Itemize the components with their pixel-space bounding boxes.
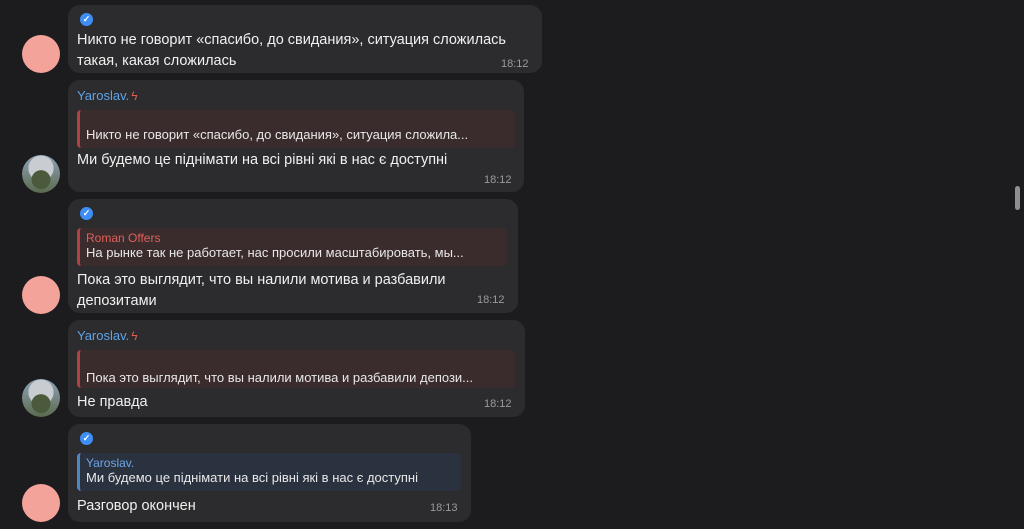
avatar[interactable] [22, 35, 60, 73]
reply-quote[interactable]: Пока это выглядит, что вы налили мотива … [77, 350, 515, 388]
message-text: Разговор окончен [77, 498, 196, 514]
lightning-bolt-icon: ϟ [131, 329, 138, 343]
avatar[interactable] [22, 484, 60, 522]
message-text: Не правда [77, 394, 148, 410]
avatar[interactable] [22, 379, 60, 417]
message-text: Никто не говорит «спасибо, до свидания»,… [77, 32, 506, 69]
message-bubble[interactable]: Yaroslav. ϟ Никто не говорит «спасибо, до… [68, 80, 524, 192]
reply-quote[interactable]: Yaroslav. Ми будемо це піднімати на всі … [77, 453, 461, 491]
message-time: 18:12 [501, 58, 529, 70]
message-text: Пока это выглядит, что вы налили мотива … [77, 272, 446, 309]
message-bubble[interactable]: ✓ Никто не говорит «спасибо, до свидания… [68, 5, 542, 73]
message-time: 18:12 [484, 398, 512, 410]
verified-badge-icon: ✓ [80, 13, 93, 26]
reply-quote-text: Никто не говорит «спасибо, до свидания»,… [86, 127, 469, 142]
reply-quote-text: Пока это выглядит, что вы налили мотива … [86, 370, 474, 385]
sender-name-label: Yaroslav. [77, 88, 130, 103]
reply-quote-text: Ми будемо це піднімати на всі рівні які … [86, 470, 418, 485]
sender-name: Yaroslav. ϟ [77, 88, 138, 103]
reply-quote-sender: Yaroslav. [86, 456, 135, 470]
message-bubble[interactable]: ✓ Yaroslav. Ми будемо це піднімати на вс… [68, 424, 471, 522]
sender-name: Yaroslav. ϟ [77, 328, 138, 343]
scrollbar-thumb[interactable] [1015, 186, 1020, 210]
reply-quote-text: На рынке так не работает, нас просили ма… [86, 245, 464, 260]
sender-name-label: Yaroslav. [77, 328, 130, 343]
message-bubble[interactable]: ✓ Roman Offers На рынке так не работает,… [68, 199, 518, 313]
avatar[interactable] [22, 276, 60, 314]
avatar[interactable] [22, 155, 60, 193]
reply-quote[interactable]: Roman Offers На рынке так не работает, н… [77, 228, 507, 266]
message-text: Ми будемо це піднімати на всі рівні які … [77, 152, 448, 168]
lightning-bolt-icon: ϟ [131, 89, 138, 103]
reply-quote[interactable]: Никто не говорит «спасибо, до свидания»,… [77, 110, 515, 148]
reply-quote-sender: Roman Offers [86, 231, 161, 245]
verified-badge-icon: ✓ [80, 432, 93, 445]
message-bubble[interactable]: Yaroslav. ϟ Пока это выглядит, что вы нал… [68, 320, 525, 417]
message-time: 18:12 [484, 174, 512, 186]
verified-badge-icon: ✓ [80, 207, 93, 220]
message-time: 18:12 [477, 294, 505, 306]
message-time: 18:13 [430, 502, 458, 514]
